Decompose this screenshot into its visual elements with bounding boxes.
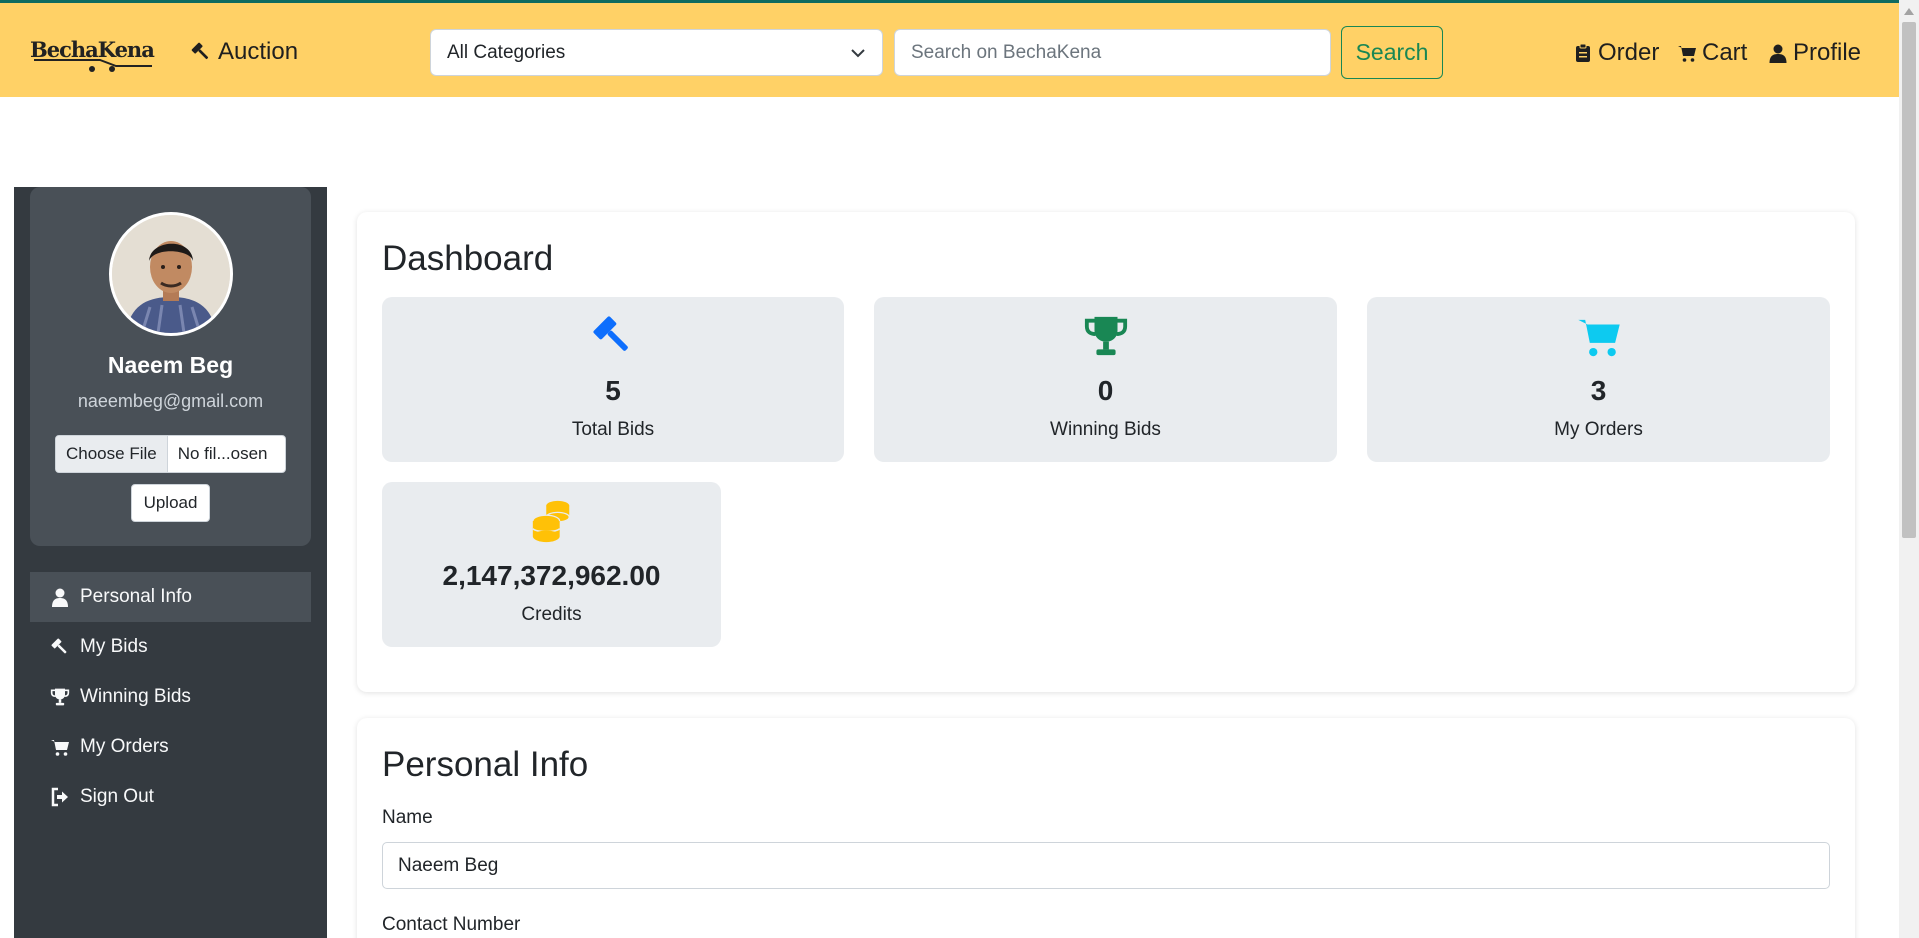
- nav-cart-link[interactable]: Cart: [1677, 39, 1747, 67]
- nav-cart-label: Cart: [1702, 39, 1748, 66]
- user-icon: [52, 588, 68, 607]
- category-selected-value: All Categories: [447, 41, 566, 63]
- gavel-icon-wrap: [382, 313, 844, 359]
- trophy-icon-wrap: [874, 313, 1337, 359]
- stat-label: My Orders: [1554, 419, 1643, 440]
- search-input[interactable]: Search on BechaKena: [894, 29, 1331, 76]
- nav-auction-link[interactable]: Auction: [190, 38, 298, 66]
- user-email: naeembeg@gmail.com: [77, 391, 264, 411]
- sidebar-item-label: Personal Info: [80, 586, 192, 607]
- scrollbar-thumb[interactable]: [1902, 22, 1916, 538]
- sign-out-icon: [51, 787, 68, 807]
- sidebar: Naeem Beg naeembeg@gmail.com Choose File…: [14, 187, 327, 938]
- nav-profile-link[interactable]: Profile: [1768, 39, 1861, 67]
- sidebar-item-label: My Orders: [80, 736, 169, 757]
- user-icon: [1769, 44, 1787, 63]
- logo-cart-icon: [34, 59, 152, 72]
- sidebar-item-personal-info[interactable]: Personal Info: [30, 572, 311, 622]
- personal-info-card: Personal Info Name Naeem Beg Contact Num…: [357, 718, 1855, 938]
- logo[interactable]: BechaKena: [30, 33, 162, 73]
- nav-order-label: Order: [1598, 39, 1660, 66]
- cart-icon: [1577, 319, 1620, 357]
- stat-value: 0: [1097, 375, 1114, 406]
- stat-winning-bids[interactable]: 0 Winning Bids: [874, 297, 1337, 462]
- sidebar-item-label: Sign Out: [80, 786, 154, 807]
- choose-file-button[interactable]: Choose File: [56, 436, 168, 472]
- trophy-icon: [1084, 316, 1127, 356]
- sidebar-item-label: Winning Bids: [80, 686, 191, 707]
- cart-icon: [51, 740, 69, 756]
- stat-my-orders[interactable]: 3 My Orders: [1367, 297, 1830, 462]
- gavel-icon: [191, 42, 209, 60]
- name-field[interactable]: Naeem Beg: [382, 842, 1830, 889]
- navbar: BechaKena Auction All Categories Search …: [0, 3, 1899, 97]
- search-button[interactable]: Search: [1341, 26, 1443, 79]
- dashboard-card: Dashboard 5 Total Bids 0 Winning Bids 3 …: [357, 212, 1855, 692]
- category-select[interactable]: All Categories: [430, 29, 883, 76]
- sidebar-item-my-bids[interactable]: My Bids: [30, 622, 311, 672]
- nav-auction-label: Auction: [218, 38, 299, 65]
- sidebar-item-sign-out[interactable]: Sign Out: [30, 772, 311, 822]
- name-label: Name: [382, 807, 433, 828]
- profile-card: Naeem Beg naeembeg@gmail.com Choose File…: [30, 187, 311, 546]
- nav-order-link[interactable]: Order: [1573, 39, 1659, 67]
- coins-icon: [531, 500, 570, 543]
- stat-credits[interactable]: 2,147,372,962.00 Credits: [382, 482, 721, 647]
- cart-icon-wrap: [1367, 313, 1830, 359]
- contact-number-label: Contact Number: [382, 914, 521, 935]
- sidebar-item-label: My Bids: [80, 636, 148, 657]
- stat-value: 2,147,372,962.00: [442, 560, 661, 591]
- stat-label: Total Bids: [571, 419, 655, 440]
- search-placeholder: Search on BechaKena: [911, 41, 1102, 63]
- trophy-icon: [50, 688, 70, 706]
- sidebar-item-my-orders[interactable]: My Orders: [30, 722, 311, 772]
- stat-label: Winning Bids: [1050, 419, 1161, 440]
- nav-profile-label: Profile: [1793, 39, 1862, 66]
- gavel-icon: [51, 638, 67, 654]
- chevron-down-icon: [851, 48, 865, 57]
- avatar-photo: [112, 215, 230, 333]
- clipboard-icon: [1576, 43, 1590, 62]
- sidebar-menu: Personal Info My Bids Winning Bids My Or…: [30, 572, 311, 822]
- stat-label: Credits: [521, 604, 582, 625]
- sidebar-item-winning-bids[interactable]: Winning Bids: [30, 672, 311, 722]
- coins-icon-wrap: [382, 498, 721, 544]
- stat-value: 3: [1590, 375, 1607, 406]
- dashboard-title: Dashboard: [382, 239, 554, 278]
- stat-total-bids[interactable]: 5 Total Bids: [382, 297, 844, 462]
- scrollbar[interactable]: [1899, 0, 1919, 938]
- gavel-icon: [593, 316, 628, 351]
- cart-icon: [1678, 46, 1696, 62]
- avatar: [109, 212, 233, 336]
- user-name: Naeem Beg: [107, 352, 234, 378]
- file-input[interactable]: Choose File No fil...osen: [55, 435, 286, 473]
- scroll-up-arrow-icon[interactable]: [1904, 8, 1914, 15]
- upload-button[interactable]: Upload: [131, 484, 210, 522]
- personal-info-title: Personal Info: [382, 745, 589, 784]
- file-name-text: No fil...osen: [177, 444, 268, 463]
- stat-value: 5: [605, 375, 621, 406]
